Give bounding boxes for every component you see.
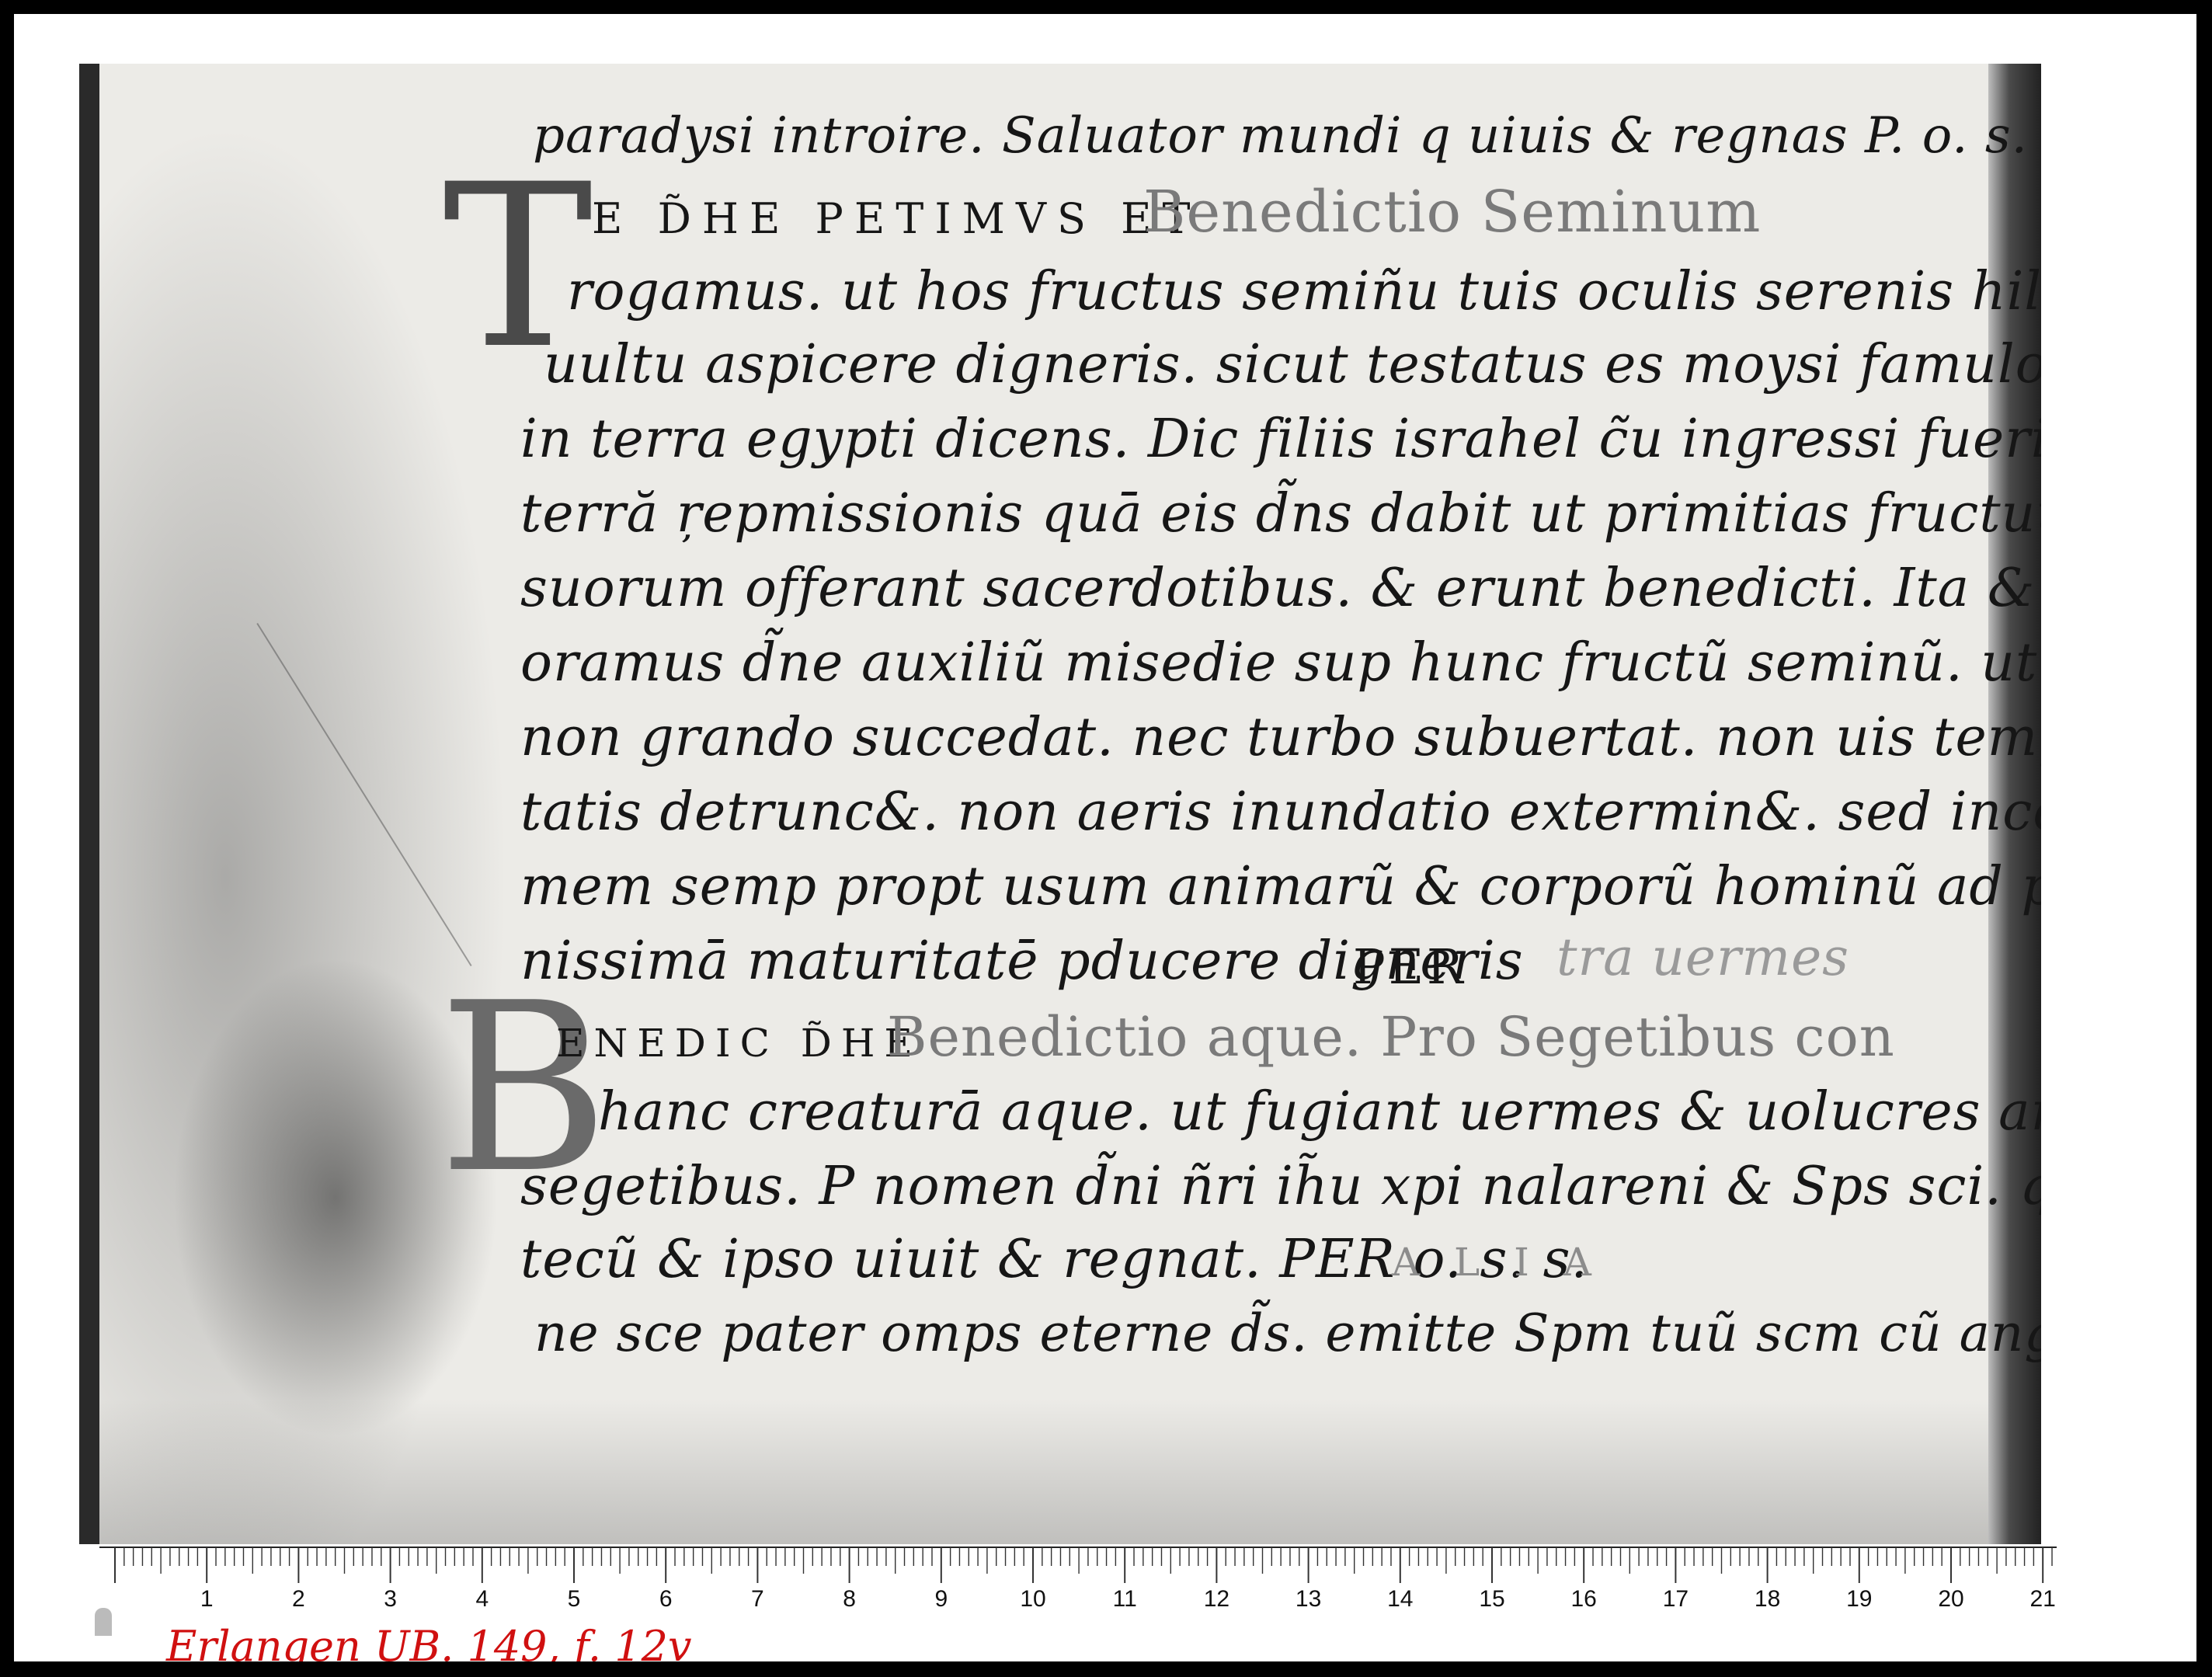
ruler-number: 20 xyxy=(1938,1586,1964,1612)
ruler-number: 9 xyxy=(934,1586,948,1612)
ruler-number: 6 xyxy=(659,1586,673,1612)
scan-marker xyxy=(95,1608,112,1636)
photocopy-sheet: paradysi introire. Saluator mundi q uiui… xyxy=(14,14,2196,1661)
photo-left-border xyxy=(79,64,99,1544)
ruler-number: 3 xyxy=(384,1586,397,1612)
ruler-number: 14 xyxy=(1387,1586,1414,1612)
manuscript-line: terră ŗepmissionis quā eis d̃ns dabit u… xyxy=(520,483,2041,545)
rubric-title: Benedictio Seminum xyxy=(1143,179,1762,245)
ruler-number: 12 xyxy=(1203,1586,1230,1612)
rubric-caps: E D̃HE PETIMVS ET xyxy=(592,194,1202,243)
manuscript-line: hanc creaturā aque. ut fugiant uermes & … xyxy=(598,1081,2041,1143)
manuscript-line: suorum offerant sacerdotibus. & erunt be… xyxy=(520,558,2041,619)
ruler-number: 16 xyxy=(1570,1586,1597,1612)
ruler-ticks xyxy=(99,1547,2057,1583)
manuscript-line: segetibus. P nomen d̃ni ñri ih̃u xpi na… xyxy=(520,1156,2041,1217)
ruler-number: 7 xyxy=(751,1586,764,1612)
parchment-lower-shadow xyxy=(79,1400,2041,1544)
handwritten-shelfmark: Erlangen UB. 149, f. 12v xyxy=(166,1622,692,1661)
ruler-number: 18 xyxy=(1754,1586,1781,1612)
ruler-number: 2 xyxy=(292,1586,305,1612)
ruler-number: 5 xyxy=(567,1586,581,1612)
manuscript-line: paradysi introire. Saluator mundi q uiui… xyxy=(533,107,2041,165)
ruler-number: 8 xyxy=(843,1586,856,1612)
manuscript-photo: paradysi introire. Saluator mundi q uiui… xyxy=(79,64,2041,1544)
rubric-title: Benedictio aque. Pro Segetibus con xyxy=(887,1005,1895,1069)
rubric-faded: tra uermes xyxy=(1556,927,1850,987)
ruler-number: 11 xyxy=(1112,1586,1137,1612)
manuscript-line: rogamus. ut hos fructus semiñu tuis ocu… xyxy=(567,261,2041,322)
ruler-number: 1 xyxy=(200,1586,214,1612)
ruler-number: 4 xyxy=(475,1586,489,1612)
manuscript-line: mem semp propt usum animarũ & corporũ ho… xyxy=(520,856,2041,917)
manuscript-line: non grando succedat. nec turbo subuertat… xyxy=(520,707,2041,768)
manuscript-line: tatis detrunc&. non aeris inundatio exte… xyxy=(520,781,2041,843)
manuscript-line: ne sce pater omps eterne d̃s. emitte Spm… xyxy=(534,1303,2041,1363)
ruler-number: 21 xyxy=(2029,1586,2056,1612)
ruler-number: 17 xyxy=(1662,1586,1689,1612)
manuscript-line: in terra egypti dicens. Dic filiis israh… xyxy=(520,409,2041,470)
rubric-caps: ENEDIC D̃HE xyxy=(556,1021,922,1066)
ruler-number: 10 xyxy=(1020,1586,1046,1612)
ruler-number: 13 xyxy=(1295,1586,1322,1612)
manuscript-line: uultu aspicere digneris. sicut testatus … xyxy=(544,334,2041,395)
ruler-number: 15 xyxy=(1479,1586,1505,1612)
ruler-number: 19 xyxy=(1846,1586,1873,1612)
manuscript-line: oramus d̃ne auxiliũ misedie sup hunc fru… xyxy=(520,632,2038,694)
rubric-alia: A L I A xyxy=(1392,1240,1602,1285)
rubric-per: PER xyxy=(1353,938,1466,995)
